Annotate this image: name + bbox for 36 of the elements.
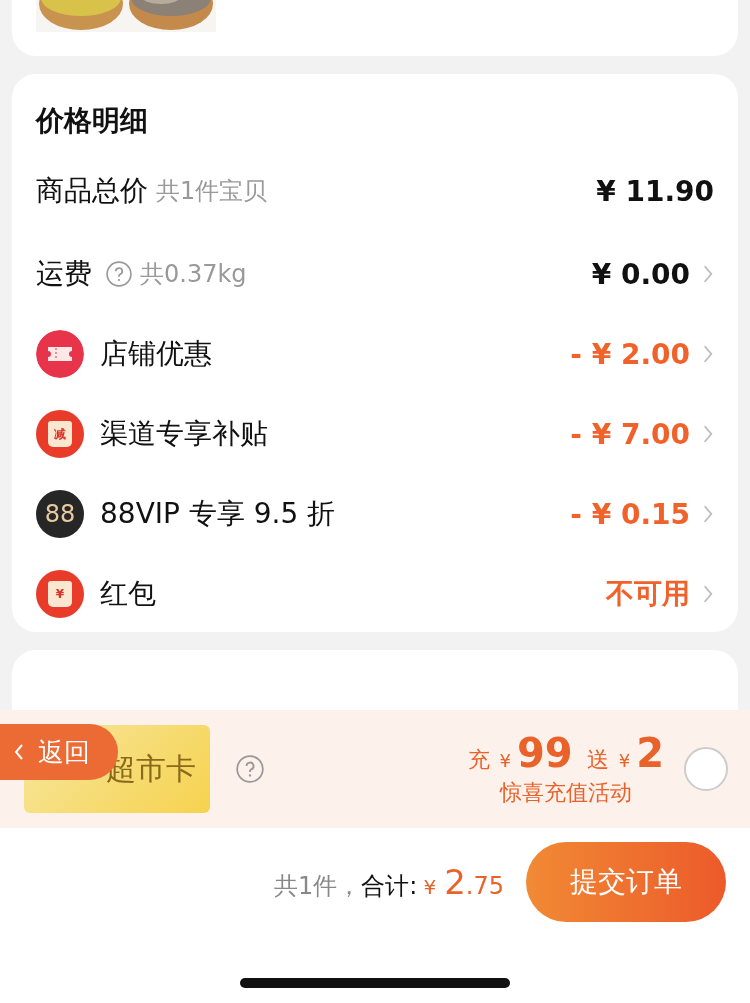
currency-sign: ¥	[499, 750, 512, 771]
row-value: - ¥ 2.00	[570, 337, 690, 371]
row-label: 88VIP 专享 9.5 折	[100, 496, 336, 532]
gift-label: 送	[586, 746, 609, 774]
row-note: 共1件宝贝	[156, 176, 268, 207]
charge-label: 充	[467, 746, 490, 774]
help-icon[interactable]	[106, 261, 132, 287]
charge-amount: 99	[517, 730, 573, 776]
row-note: 共0.37kg	[140, 259, 247, 290]
currency-sign: ¥	[423, 874, 437, 901]
total-label: 合计:	[361, 871, 418, 902]
item-count: 共1件，	[274, 871, 362, 902]
row-label: 店铺优惠	[100, 336, 212, 372]
radio-button[interactable]	[684, 747, 728, 791]
envelope-icon: ¥	[36, 570, 84, 618]
row-value: - ¥ 0.15	[570, 497, 690, 531]
row-value: 不可用	[606, 576, 690, 612]
total-amount: 2	[444, 861, 466, 904]
section-title: 价格明细	[36, 103, 149, 139]
vip-badge-icon: 88	[36, 490, 84, 538]
row-label: 运费	[36, 256, 92, 292]
promo-subtitle: 惊喜充值活动	[499, 779, 632, 807]
row-value: ¥ 0.00	[591, 257, 690, 291]
row-label: 红包	[100, 576, 156, 612]
gift-amount: 2	[636, 730, 664, 776]
total-decimals: .75	[465, 871, 504, 902]
row-label: 商品总价	[36, 173, 148, 209]
row-label: 渠道专享补贴	[100, 416, 268, 452]
envelope-icon: 减	[36, 410, 84, 458]
currency-sign: ¥	[618, 750, 631, 771]
row-value: - ¥ 7.00	[570, 417, 690, 451]
chevron-left-icon	[14, 743, 24, 761]
ticket-icon	[36, 330, 84, 378]
submit-order-button[interactable]: 提交订单	[526, 842, 726, 922]
row-value: ¥ 11.90	[596, 174, 714, 208]
help-icon[interactable]	[236, 755, 264, 783]
